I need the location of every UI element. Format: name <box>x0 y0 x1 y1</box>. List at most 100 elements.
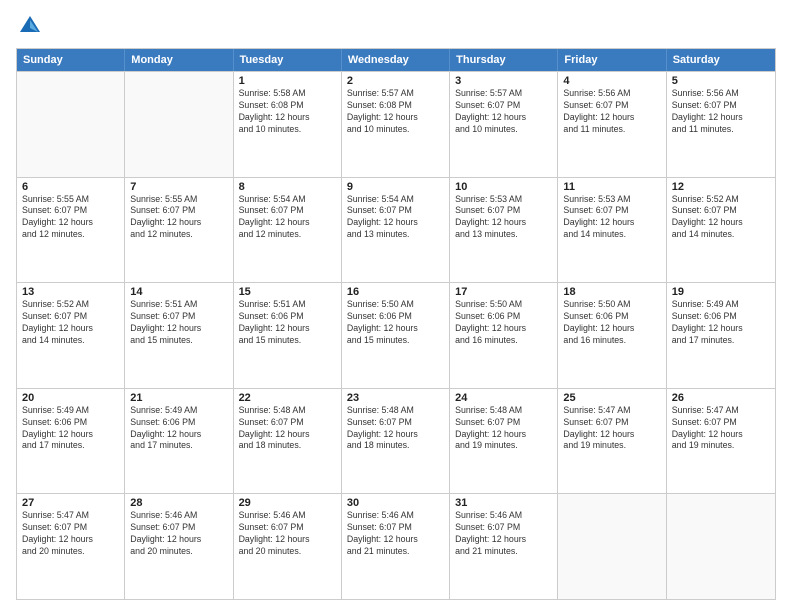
day-number: 9 <box>347 181 444 193</box>
calendar-header: SundayMondayTuesdayWednesdayThursdayFrid… <box>17 49 775 71</box>
day-info: Sunrise: 5:50 AM Sunset: 6:06 PM Dayligh… <box>563 299 660 347</box>
day-info: Sunrise: 5:47 AM Sunset: 6:07 PM Dayligh… <box>563 405 660 453</box>
day-number: 1 <box>239 75 336 87</box>
day-number: 2 <box>347 75 444 87</box>
calendar-cell: 19Sunrise: 5:49 AM Sunset: 6:06 PM Dayli… <box>667 283 775 388</box>
day-info: Sunrise: 5:53 AM Sunset: 6:07 PM Dayligh… <box>563 194 660 242</box>
day-info: Sunrise: 5:48 AM Sunset: 6:07 PM Dayligh… <box>347 405 444 453</box>
calendar-cell: 7Sunrise: 5:55 AM Sunset: 6:07 PM Daylig… <box>125 178 233 283</box>
day-number: 16 <box>347 286 444 298</box>
day-info: Sunrise: 5:54 AM Sunset: 6:07 PM Dayligh… <box>347 194 444 242</box>
day-info: Sunrise: 5:49 AM Sunset: 6:06 PM Dayligh… <box>22 405 119 453</box>
day-number: 20 <box>22 392 119 404</box>
calendar-cell <box>125 72 233 177</box>
day-info: Sunrise: 5:52 AM Sunset: 6:07 PM Dayligh… <box>672 194 770 242</box>
calendar-cell <box>17 72 125 177</box>
header-day: Friday <box>558 49 666 71</box>
calendar: SundayMondayTuesdayWednesdayThursdayFrid… <box>16 48 776 600</box>
day-number: 29 <box>239 497 336 509</box>
day-number: 21 <box>130 392 227 404</box>
day-info: Sunrise: 5:46 AM Sunset: 6:07 PM Dayligh… <box>239 510 336 558</box>
day-info: Sunrise: 5:47 AM Sunset: 6:07 PM Dayligh… <box>672 405 770 453</box>
day-number: 26 <box>672 392 770 404</box>
day-number: 22 <box>239 392 336 404</box>
page: SundayMondayTuesdayWednesdayThursdayFrid… <box>0 0 792 612</box>
calendar-cell <box>667 494 775 599</box>
day-info: Sunrise: 5:49 AM Sunset: 6:06 PM Dayligh… <box>130 405 227 453</box>
day-number: 31 <box>455 497 552 509</box>
calendar-cell: 15Sunrise: 5:51 AM Sunset: 6:06 PM Dayli… <box>234 283 342 388</box>
calendar-cell: 12Sunrise: 5:52 AM Sunset: 6:07 PM Dayli… <box>667 178 775 283</box>
header-day: Sunday <box>17 49 125 71</box>
calendar-cell: 22Sunrise: 5:48 AM Sunset: 6:07 PM Dayli… <box>234 389 342 494</box>
day-number: 15 <box>239 286 336 298</box>
calendar-cell: 28Sunrise: 5:46 AM Sunset: 6:07 PM Dayli… <box>125 494 233 599</box>
day-number: 5 <box>672 75 770 87</box>
calendar-row: 6Sunrise: 5:55 AM Sunset: 6:07 PM Daylig… <box>17 177 775 283</box>
logo-icon <box>16 12 44 40</box>
header-day: Saturday <box>667 49 775 71</box>
calendar-cell: 1Sunrise: 5:58 AM Sunset: 6:08 PM Daylig… <box>234 72 342 177</box>
calendar-cell: 27Sunrise: 5:47 AM Sunset: 6:07 PM Dayli… <box>17 494 125 599</box>
day-info: Sunrise: 5:51 AM Sunset: 6:07 PM Dayligh… <box>130 299 227 347</box>
day-info: Sunrise: 5:58 AM Sunset: 6:08 PM Dayligh… <box>239 88 336 136</box>
day-number: 19 <box>672 286 770 298</box>
calendar-cell: 25Sunrise: 5:47 AM Sunset: 6:07 PM Dayli… <box>558 389 666 494</box>
header-day: Monday <box>125 49 233 71</box>
day-info: Sunrise: 5:52 AM Sunset: 6:07 PM Dayligh… <box>22 299 119 347</box>
header-day: Wednesday <box>342 49 450 71</box>
calendar-body: 1Sunrise: 5:58 AM Sunset: 6:08 PM Daylig… <box>17 71 775 599</box>
day-number: 11 <box>563 181 660 193</box>
day-info: Sunrise: 5:50 AM Sunset: 6:06 PM Dayligh… <box>455 299 552 347</box>
calendar-cell: 14Sunrise: 5:51 AM Sunset: 6:07 PM Dayli… <box>125 283 233 388</box>
calendar-cell: 29Sunrise: 5:46 AM Sunset: 6:07 PM Dayli… <box>234 494 342 599</box>
day-info: Sunrise: 5:53 AM Sunset: 6:07 PM Dayligh… <box>455 194 552 242</box>
day-info: Sunrise: 5:57 AM Sunset: 6:08 PM Dayligh… <box>347 88 444 136</box>
day-info: Sunrise: 5:46 AM Sunset: 6:07 PM Dayligh… <box>455 510 552 558</box>
calendar-cell: 4Sunrise: 5:56 AM Sunset: 6:07 PM Daylig… <box>558 72 666 177</box>
calendar-row: 20Sunrise: 5:49 AM Sunset: 6:06 PM Dayli… <box>17 388 775 494</box>
header-day: Tuesday <box>234 49 342 71</box>
calendar-cell: 17Sunrise: 5:50 AM Sunset: 6:06 PM Dayli… <box>450 283 558 388</box>
calendar-cell: 6Sunrise: 5:55 AM Sunset: 6:07 PM Daylig… <box>17 178 125 283</box>
day-number: 14 <box>130 286 227 298</box>
day-info: Sunrise: 5:55 AM Sunset: 6:07 PM Dayligh… <box>130 194 227 242</box>
calendar-cell <box>558 494 666 599</box>
calendar-cell: 31Sunrise: 5:46 AM Sunset: 6:07 PM Dayli… <box>450 494 558 599</box>
day-info: Sunrise: 5:51 AM Sunset: 6:06 PM Dayligh… <box>239 299 336 347</box>
day-number: 28 <box>130 497 227 509</box>
calendar-cell: 5Sunrise: 5:56 AM Sunset: 6:07 PM Daylig… <box>667 72 775 177</box>
day-info: Sunrise: 5:56 AM Sunset: 6:07 PM Dayligh… <box>672 88 770 136</box>
day-number: 12 <box>672 181 770 193</box>
day-number: 6 <box>22 181 119 193</box>
calendar-cell: 13Sunrise: 5:52 AM Sunset: 6:07 PM Dayli… <box>17 283 125 388</box>
day-info: Sunrise: 5:54 AM Sunset: 6:07 PM Dayligh… <box>239 194 336 242</box>
calendar-row: 13Sunrise: 5:52 AM Sunset: 6:07 PM Dayli… <box>17 282 775 388</box>
calendar-cell: 23Sunrise: 5:48 AM Sunset: 6:07 PM Dayli… <box>342 389 450 494</box>
calendar-cell: 8Sunrise: 5:54 AM Sunset: 6:07 PM Daylig… <box>234 178 342 283</box>
logo <box>16 12 48 40</box>
day-number: 30 <box>347 497 444 509</box>
calendar-cell: 2Sunrise: 5:57 AM Sunset: 6:08 PM Daylig… <box>342 72 450 177</box>
day-number: 25 <box>563 392 660 404</box>
calendar-cell: 16Sunrise: 5:50 AM Sunset: 6:06 PM Dayli… <box>342 283 450 388</box>
day-info: Sunrise: 5:50 AM Sunset: 6:06 PM Dayligh… <box>347 299 444 347</box>
day-number: 4 <box>563 75 660 87</box>
header-day: Thursday <box>450 49 558 71</box>
day-info: Sunrise: 5:48 AM Sunset: 6:07 PM Dayligh… <box>455 405 552 453</box>
day-info: Sunrise: 5:57 AM Sunset: 6:07 PM Dayligh… <box>455 88 552 136</box>
day-info: Sunrise: 5:55 AM Sunset: 6:07 PM Dayligh… <box>22 194 119 242</box>
day-info: Sunrise: 5:49 AM Sunset: 6:06 PM Dayligh… <box>672 299 770 347</box>
day-number: 10 <box>455 181 552 193</box>
calendar-cell: 18Sunrise: 5:50 AM Sunset: 6:06 PM Dayli… <box>558 283 666 388</box>
day-number: 27 <box>22 497 119 509</box>
day-number: 18 <box>563 286 660 298</box>
calendar-cell: 20Sunrise: 5:49 AM Sunset: 6:06 PM Dayli… <box>17 389 125 494</box>
day-info: Sunrise: 5:48 AM Sunset: 6:07 PM Dayligh… <box>239 405 336 453</box>
header <box>16 12 776 40</box>
day-info: Sunrise: 5:46 AM Sunset: 6:07 PM Dayligh… <box>347 510 444 558</box>
day-number: 13 <box>22 286 119 298</box>
day-info: Sunrise: 5:56 AM Sunset: 6:07 PM Dayligh… <box>563 88 660 136</box>
calendar-cell: 26Sunrise: 5:47 AM Sunset: 6:07 PM Dayli… <box>667 389 775 494</box>
calendar-row: 27Sunrise: 5:47 AM Sunset: 6:07 PM Dayli… <box>17 493 775 599</box>
